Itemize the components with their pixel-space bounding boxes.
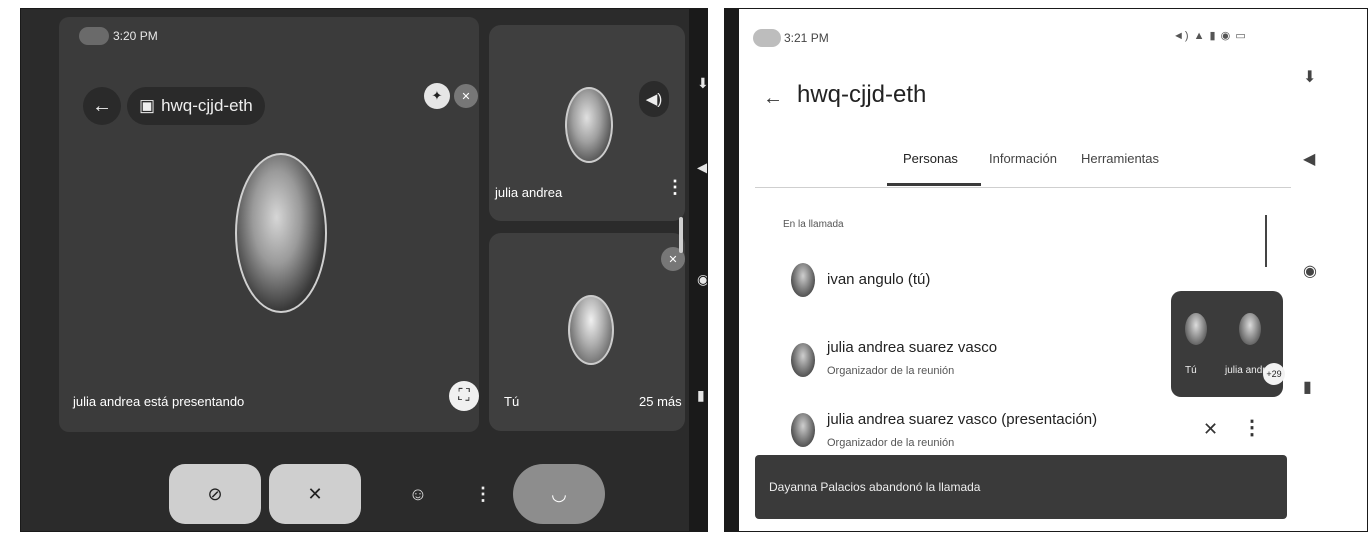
tile-name-julia: julia andrea: [495, 185, 563, 200]
participant-avatar: [791, 263, 815, 297]
mini-label-self: Tú: [1185, 365, 1197, 376]
mini-julia-avatar: [1239, 313, 1261, 345]
mini-count-badge: +29: [1263, 363, 1285, 385]
tab-personas[interactable]: Personas: [903, 151, 958, 166]
meeting-code: hwq-cjjd-eth: [161, 96, 253, 115]
more-participants[interactable]: 25 más: [639, 394, 682, 409]
tile-more-icon[interactable]: ⋮: [666, 177, 684, 198]
tab-herramientas[interactable]: Herramientas: [1081, 151, 1159, 166]
active-tab-indicator: [887, 183, 981, 186]
participant-name[interactable]: ivan angulo (tú): [827, 271, 930, 288]
participant-avatar: [791, 343, 815, 377]
camera-off-icon: ⊘: [207, 483, 223, 504]
status-pill: [79, 27, 109, 45]
status-bar: 3:21 PM: [753, 27, 829, 49]
tabs-divider: [755, 187, 1291, 188]
hangup-icon: ◡: [551, 483, 567, 504]
status-icons: ◄) ▲ ▮ ◉ ▭: [1173, 30, 1247, 42]
nav-home-icon[interactable]: ◉: [697, 271, 707, 288]
status-time: 3:20 PM: [113, 29, 158, 43]
participant-avatar: [791, 413, 815, 447]
status-pill: [753, 29, 781, 47]
mic-off-icon: ✕: [1203, 419, 1219, 439]
presenting-label: julia andrea está presentando: [73, 394, 245, 409]
mic-button[interactable]: ✕: [269, 464, 361, 524]
nav-back-icon[interactable]: ◀: [697, 159, 707, 176]
scrollbar[interactable]: [1265, 215, 1267, 267]
nav-recent-icon[interactable]: ▮: [1303, 377, 1312, 397]
participant-name[interactable]: julia andrea suarez vasco (presentación): [827, 411, 1097, 428]
calendar-icon: ▣: [139, 96, 156, 115]
participant-role: Organizador de la reunión: [827, 365, 955, 377]
mini-self-avatar: [1185, 313, 1207, 345]
nav-down-icon[interactable]: ⬇: [697, 75, 707, 92]
back-arrow-icon[interactable]: ←: [83, 87, 121, 125]
edge-bar: [725, 9, 739, 531]
nav-home-icon[interactable]: ◉: [1303, 261, 1317, 281]
self-avatar: [568, 295, 614, 365]
scrollbar[interactable]: [679, 217, 683, 253]
status-bar: 3:20 PM: [79, 25, 158, 47]
pin-icon[interactable]: ✦: [424, 83, 450, 109]
right-screenshot: 3:21 PM ◄) ▲ ▮ ◉ ▭ ← hwq-cjjd-eth Person…: [724, 8, 1368, 532]
participant-name[interactable]: julia andrea suarez vasco: [827, 339, 997, 356]
emoji-button[interactable]: ☺: [396, 464, 440, 524]
participant-more-icon[interactable]: ⋮: [1242, 415, 1262, 440]
nav-back-icon[interactable]: ◀: [1303, 149, 1315, 169]
nav-recent-icon[interactable]: ▮: [697, 387, 705, 404]
nav-down-icon[interactable]: ⬇: [1303, 67, 1316, 87]
page-title: hwq-cjjd-eth: [797, 81, 927, 108]
participant-role: Organizador de la reunión: [827, 437, 955, 449]
camera-off-button[interactable]: ⊘: [169, 464, 261, 524]
snackbar-toast: Dayanna Palacios abandonó la llamada: [755, 455, 1287, 519]
speaker-icon[interactable]: ◀): [639, 81, 669, 117]
tile-name-self: Tú: [504, 394, 520, 409]
mini-label-julia: julia andr: [1225, 365, 1266, 376]
mic-off-icon: ✕: [454, 84, 478, 108]
more-icon: ⋮: [474, 483, 492, 504]
mic-icon: ✕: [307, 483, 323, 504]
back-arrow-icon[interactable]: ←: [763, 87, 783, 110]
meeting-code-chip[interactable]: ▣ hwq-cjjd-eth: [127, 87, 265, 125]
section-label: En la llamada: [783, 219, 844, 230]
presenter-avatar: [235, 153, 327, 313]
more-options-button[interactable]: ⋮: [469, 464, 497, 524]
status-time: 3:21 PM: [784, 31, 829, 45]
fullscreen-icon[interactable]: ⛶: [449, 381, 479, 411]
left-screenshot: 3:20 PM ◄) ▲ ▮ ◉ ▭ ← ▣ hwq-cjjd-eth ✦ ✕ …: [20, 8, 708, 532]
julia-avatar: [565, 87, 613, 163]
tab-informacion[interactable]: Información: [989, 151, 1057, 166]
emoji-icon: ☺: [408, 483, 428, 504]
hangup-button[interactable]: ◡: [513, 464, 605, 524]
